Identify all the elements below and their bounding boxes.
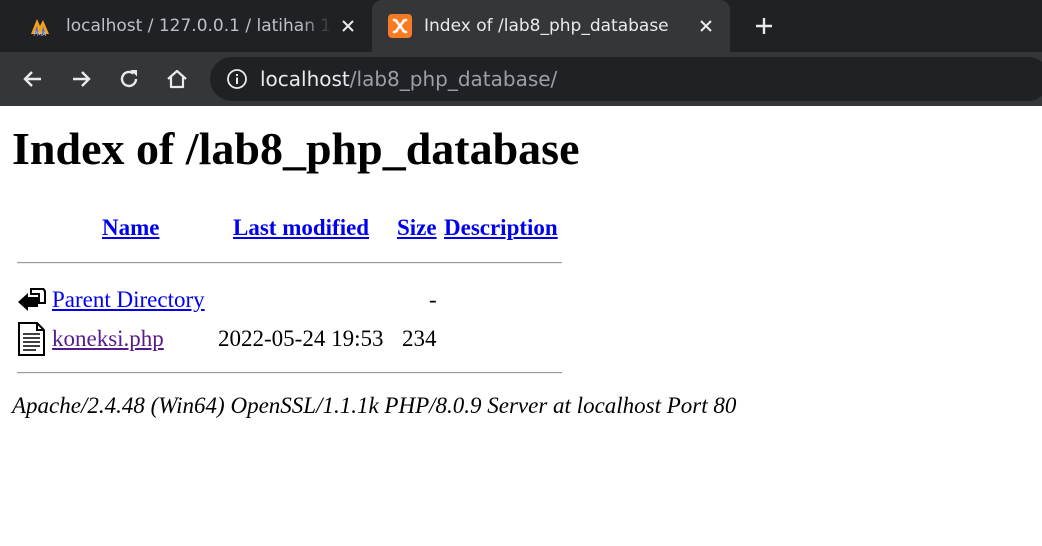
- parent-directory-link[interactable]: Parent Directory: [52, 286, 205, 314]
- forward-arrow-icon[interactable]: [67, 65, 95, 93]
- size-cell: -: [429, 287, 437, 312]
- home-icon[interactable]: [163, 65, 191, 93]
- divider: [17, 262, 562, 264]
- tab-phpmyadmin[interactable]: PMA localhost / 127.0.0.1 / latihan 1 / …: [18, 0, 368, 52]
- sort-by-name-link[interactable]: Name: [102, 215, 159, 240]
- address-bar[interactable]: localhost/lab8_php_database/: [210, 57, 1042, 101]
- divider: [17, 372, 562, 374]
- tab-strip: PMA localhost / 127.0.0.1 / latihan 1 / …: [0, 0, 1042, 52]
- column-header-size[interactable]: Size: [397, 214, 437, 242]
- last-modified-cell: 2022-05-24 19:53: [218, 326, 384, 351]
- info-icon[interactable]: [226, 68, 248, 90]
- server-signature: Apache/2.4.48 (Win64) OpenSSL/1.1.1k PHP…: [12, 393, 737, 418]
- text-file-icon: [16, 322, 48, 356]
- column-header-last-modified[interactable]: Last modified: [233, 214, 369, 242]
- close-icon[interactable]: [336, 14, 360, 38]
- tab-title: localhost / 127.0.0.1 / latihan 1 / d: [66, 16, 332, 36]
- xampp-icon: [388, 14, 412, 38]
- phpmyadmin-icon: PMA: [28, 14, 52, 38]
- size-cell: 234: [402, 326, 437, 351]
- sort-by-size-link[interactable]: Size: [397, 215, 437, 240]
- file-link-koneksi[interactable]: koneksi.php: [52, 325, 164, 353]
- browser-toolbar: localhost/lab8_php_database/: [0, 52, 1042, 106]
- sort-by-modified-link[interactable]: Last modified: [233, 215, 369, 240]
- back-arrow-icon[interactable]: [19, 65, 47, 93]
- tab-title: Index of /lab8_php_database: [424, 16, 669, 36]
- close-icon[interactable]: [694, 14, 718, 38]
- url-host: localhost: [260, 67, 350, 91]
- svg-text:PMA: PMA: [34, 31, 47, 38]
- page-title: Index of /lab8_php_database: [12, 123, 580, 174]
- page-content: Index of /lab8_php_database Name Last mo…: [0, 106, 1042, 546]
- sort-by-description-link[interactable]: Description: [444, 215, 558, 240]
- back-folder-icon: [16, 282, 48, 316]
- tab-index-lab8[interactable]: Index of /lab8_php_database: [372, 0, 730, 52]
- url-text[interactable]: localhost/lab8_php_database/: [260, 67, 557, 91]
- plus-icon[interactable]: [750, 12, 778, 40]
- reload-icon[interactable]: [115, 65, 143, 93]
- url-path: /lab8_php_database/: [349, 67, 558, 91]
- column-header-name[interactable]: Name: [102, 214, 159, 242]
- column-header-description[interactable]: Description: [444, 214, 558, 242]
